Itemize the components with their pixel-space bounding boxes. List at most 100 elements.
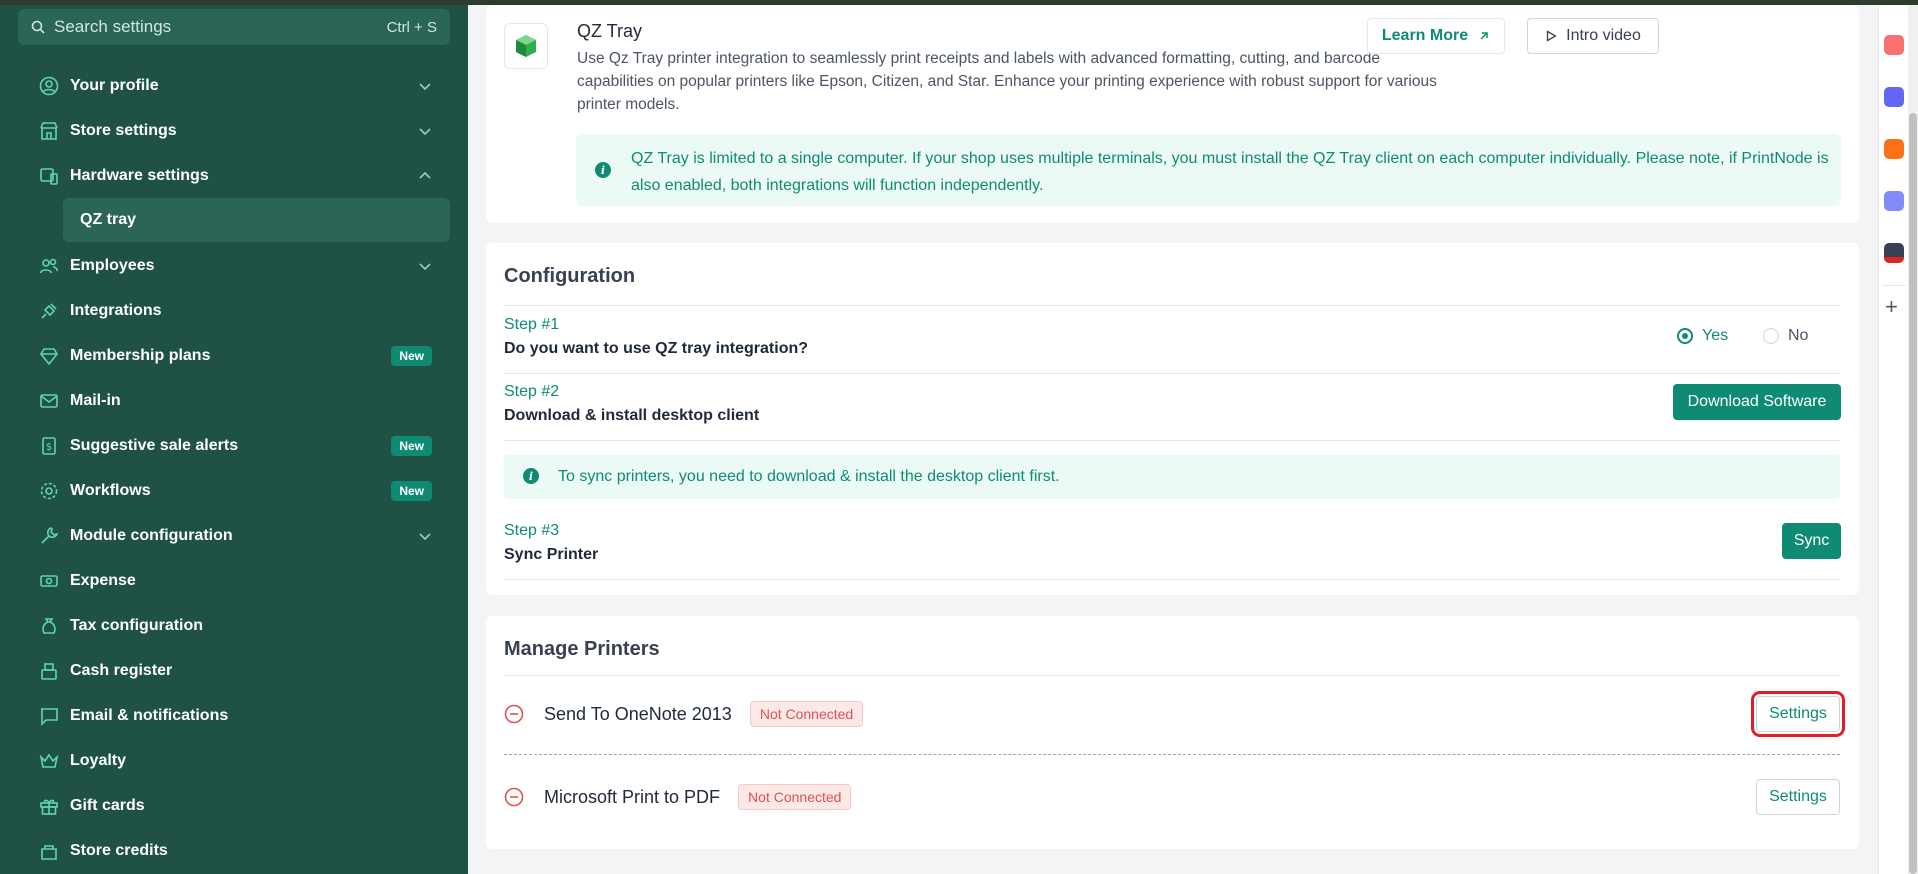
- divider: [504, 305, 1840, 306]
- sidebar-item-cash-register[interactable]: Cash register: [18, 648, 450, 693]
- sync-button[interactable]: Sync: [1782, 523, 1841, 559]
- learn-more-button[interactable]: Learn More: [1367, 18, 1505, 54]
- sidebar-item-label: Expense: [70, 571, 136, 589]
- shapes-icon[interactable]: [1884, 191, 1904, 211]
- sidebar-item-label: Suggestive sale alerts: [70, 436, 239, 454]
- sidebar-item-email-notifications[interactable]: Email & notifications: [18, 693, 450, 738]
- search-input[interactable]: Search settings Ctrl + S: [18, 9, 450, 45]
- step2-text: Download & install desktop client: [504, 407, 760, 424]
- sidebar-item-mail-in[interactable]: Mail-in: [18, 378, 450, 423]
- right-rail: +: [1878, 5, 1908, 874]
- gear-icon: [38, 480, 60, 502]
- dollar-icon: $: [38, 435, 60, 457]
- manage-printers-title: Manage Printers: [504, 638, 660, 660]
- svg-text:i: i: [601, 164, 605, 177]
- rail-divider: [1882, 285, 1906, 286]
- chevron-down-icon: [419, 532, 431, 540]
- chevron-down-icon: [419, 82, 431, 90]
- sidebar-item-label: Cash register: [70, 661, 173, 679]
- card-icon[interactable]: [1884, 243, 1904, 263]
- sidebar-subitem-qz-tray[interactable]: QZ tray: [63, 198, 450, 242]
- radio-no[interactable]: No: [1763, 327, 1808, 345]
- register-icon: [38, 660, 60, 682]
- sidebar-item-your-profile[interactable]: Your profile: [18, 63, 450, 108]
- notes-icon[interactable]: [1884, 139, 1904, 159]
- intro-video-label: Intro video: [1566, 27, 1641, 44]
- qz-tray-card: QZ Tray Use Qz Tray printer integration …: [486, 5, 1859, 223]
- chevron-down-icon: [419, 262, 431, 270]
- qz-tray-logo: [504, 23, 548, 69]
- step1-text: Do you want to use QZ tray integration?: [504, 340, 809, 357]
- divider: [504, 440, 1840, 441]
- sidebar-item-label: Loyalty: [70, 751, 127, 769]
- sidebar-item-membership-plans[interactable]: Membership plans New: [18, 333, 450, 378]
- sidebar-item-expense[interactable]: Expense: [18, 558, 450, 603]
- sidebar-item-label: Store credits: [70, 841, 168, 859]
- message-icon: [38, 705, 60, 727]
- sidebar-item-label: Membership plans: [70, 346, 211, 364]
- cash-icon: [38, 570, 60, 592]
- sidebar-item-store-credits[interactable]: Store credits: [18, 828, 450, 873]
- dashed-divider: [504, 754, 1840, 755]
- settings-nav: Your profile Store settings Hardware set…: [18, 63, 450, 873]
- settings-sidebar: Search settings Ctrl + S Your profile St…: [0, 5, 468, 874]
- sidebar-item-label: Tax configuration: [70, 616, 204, 634]
- sidebar-item-store-settings[interactable]: Store settings: [18, 108, 450, 153]
- gift-icon: [38, 795, 60, 817]
- qz-info-text: QZ Tray is limited to a single computer.…: [631, 150, 1829, 194]
- chat-icon[interactable]: [1884, 87, 1904, 107]
- new-badge: New: [391, 345, 432, 366]
- external-link-icon: [1480, 32, 1488, 40]
- printer-row: Send To OneNote 2013 Not Connected Setti…: [504, 678, 1845, 750]
- download-software-button[interactable]: Download Software: [1673, 384, 1841, 420]
- sidebar-item-label: Store settings: [70, 121, 177, 139]
- step1-label: Step #1: [504, 316, 560, 333]
- main-content: QZ Tray Use Qz Tray printer integration …: [468, 5, 1878, 874]
- add-icon[interactable]: +: [1885, 296, 1898, 318]
- sidebar-item-suggestive-sale-alerts[interactable]: $ Suggestive sale alerts New: [18, 423, 450, 468]
- intro-video-button[interactable]: Intro video: [1527, 18, 1659, 54]
- divider: [504, 373, 1840, 374]
- scrollbar-thumb[interactable]: [1909, 113, 1917, 874]
- radio-yes[interactable]: Yes: [1677, 327, 1728, 345]
- manage-printers-card: Manage Printers Send To OneNote 2013 Not…: [486, 616, 1859, 849]
- qz-logo-icon: [516, 35, 536, 57]
- status-badge: Not Connected: [749, 701, 864, 727]
- printer-name: Send To OneNote 2013: [544, 703, 732, 724]
- sidebar-item-employees[interactable]: Employees: [18, 243, 450, 288]
- sidebar-subitem-label: QZ tray: [80, 211, 137, 228]
- sidebar-item-hardware-settings[interactable]: Hardware settings: [18, 153, 450, 198]
- remove-circle-icon[interactable]: [504, 787, 524, 807]
- radio-yes-label: Yes: [1702, 327, 1729, 344]
- scrollbar[interactable]: [1908, 5, 1918, 874]
- learn-more-label: Learn More: [1381, 27, 1469, 44]
- qz-tray-title: QZ Tray: [577, 21, 643, 41]
- printer-settings-button[interactable]: Settings: [1756, 779, 1840, 815]
- svg-text:i: i: [529, 470, 533, 483]
- search-icon: [31, 20, 45, 34]
- sidebar-item-label: Employees: [70, 256, 155, 274]
- radio-no-label: No: [1788, 327, 1809, 344]
- credit-icon: [38, 840, 60, 862]
- printer-settings-button[interactable]: Settings: [1751, 691, 1845, 737]
- step3-label: Step #3: [504, 522, 560, 539]
- divider: [504, 675, 1840, 676]
- info-icon: i: [595, 162, 611, 178]
- sidebar-item-module-configuration[interactable]: Module configuration: [18, 513, 450, 558]
- sidebar-item-gift-cards[interactable]: Gift cards: [18, 783, 450, 828]
- sidebar-item-tax-configuration[interactable]: Tax configuration: [18, 603, 450, 648]
- devices-icon: [38, 165, 60, 187]
- app-shortcut-icon[interactable]: [1884, 35, 1904, 55]
- sync-info-text: To sync printers, you need to download &…: [558, 468, 1060, 485]
- store-icon: [38, 120, 60, 142]
- remove-circle-icon[interactable]: [504, 704, 524, 724]
- play-icon: [1546, 30, 1557, 42]
- sidebar-item-integrations[interactable]: Integrations: [18, 288, 450, 333]
- sidebar-item-loyalty[interactable]: Loyalty: [18, 738, 450, 783]
- sidebar-item-label: Hardware settings: [70, 166, 209, 184]
- mail-icon: [38, 390, 60, 412]
- sidebar-item-workflows[interactable]: Workflows New: [18, 468, 450, 513]
- qz-info-alert: i QZ Tray is limited to a single compute…: [576, 134, 1841, 206]
- svg-text:$: $: [46, 442, 52, 453]
- printer-row: Microsoft Print to PDF Not Connected Set…: [504, 761, 1840, 833]
